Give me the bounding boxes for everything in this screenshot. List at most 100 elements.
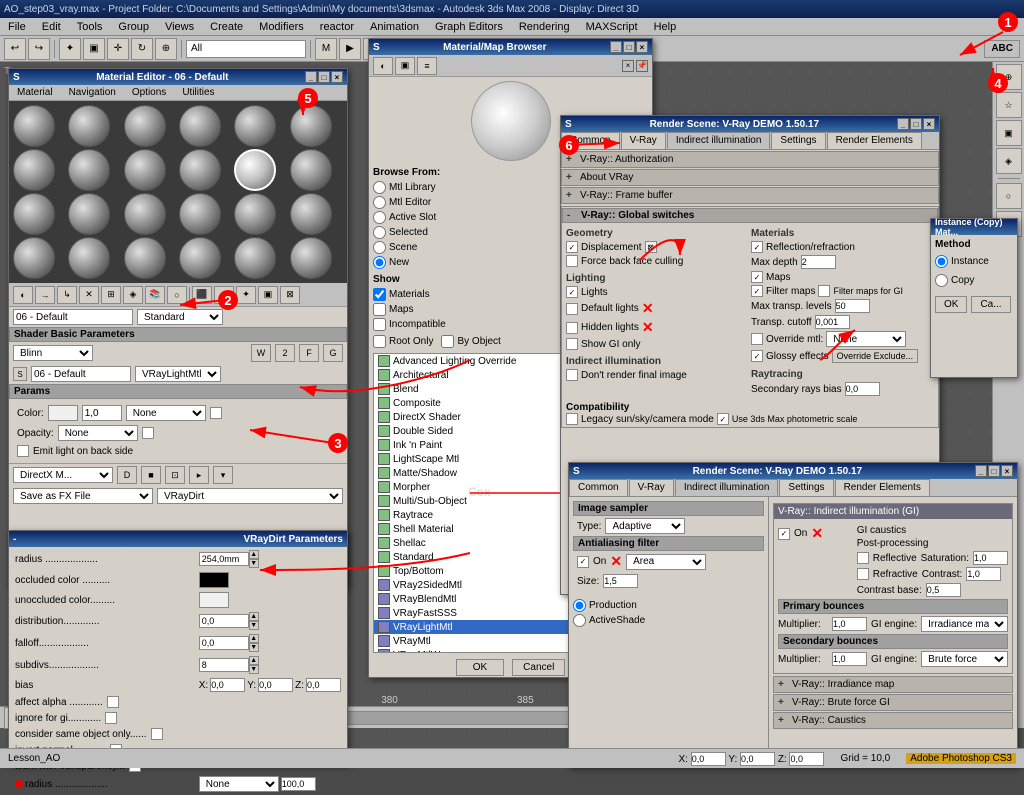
color-swatch[interactable] (48, 405, 78, 421)
rs-maximize[interactable]: □ (910, 118, 922, 130)
mat-put-btn[interactable]: → (35, 286, 55, 304)
mat-ball-8[interactable] (68, 149, 110, 191)
filter-maps-check[interactable] (751, 285, 763, 297)
bias-z-input[interactable] (306, 678, 341, 692)
select-button[interactable]: ✦ (59, 38, 81, 60)
x-coord-input[interactable] (691, 752, 726, 766)
mat-ball-23[interactable] (234, 237, 276, 279)
subdivs-input[interactable] (199, 658, 249, 672)
mb-pin[interactable]: 📌 (636, 60, 648, 72)
subdivs-spinbox[interactable]: ▲ ▼ (199, 656, 341, 674)
falloff-up[interactable]: ▲ (249, 634, 259, 643)
rs2-close[interactable]: × (1001, 465, 1013, 477)
mb-btn1[interactable]: ◐ (373, 57, 393, 75)
redo-button[interactable]: ↪ (28, 38, 50, 60)
instance-radio[interactable] (935, 255, 948, 268)
falloff-down[interactable]: ▼ (249, 643, 259, 652)
root-only[interactable]: Root Only (373, 334, 433, 349)
mat-ball-6[interactable] (290, 105, 332, 147)
override-mtl-check[interactable] (751, 333, 763, 345)
mb-close2[interactable]: × (622, 60, 634, 72)
rs2-tab-render-elements[interactable]: Render Elements (835, 479, 930, 496)
browse-mtl-editor-radio[interactable] (373, 196, 386, 209)
mat-menu-navigation[interactable]: Navigation (65, 86, 120, 99)
radius2-dropdown[interactable]: None (199, 776, 279, 792)
mb-maximize[interactable]: □ (623, 41, 635, 53)
opacity-map-dropdown[interactable]: None (58, 425, 138, 441)
gi-refractive-check[interactable] (857, 568, 869, 580)
falloff-arrows[interactable]: ▲ ▼ (249, 634, 259, 652)
browse-selected-radio[interactable] (373, 226, 386, 239)
gs-header[interactable]: - V-Ray:: Global switches (562, 208, 938, 223)
mat-get-material-btn[interactable]: ◐ (13, 286, 33, 304)
override-mtl-dropdown[interactable]: None (826, 331, 906, 347)
secondary-multiplier-input[interactable] (832, 652, 867, 666)
menu-views[interactable]: Views (161, 20, 198, 34)
copy-option[interactable]: Copy (935, 273, 1013, 288)
rotate-button[interactable]: ↻ (131, 38, 153, 60)
mat-ball-24[interactable] (290, 237, 332, 279)
rs2-tab-settings[interactable]: Settings (779, 479, 833, 496)
mat-ball-active[interactable] (234, 149, 276, 191)
material-type-dropdown-2[interactable]: VRayLightMtl (135, 366, 221, 382)
contrast-input[interactable] (966, 567, 1001, 581)
mat-menu-utilities[interactable]: Utilities (178, 86, 218, 99)
brute-force-row[interactable]: + V-Ray:: Brute force GI (773, 694, 1013, 711)
mat-highlights-btn[interactable]: ✦ (236, 286, 256, 304)
menu-maxscript[interactable]: MAXScript (582, 20, 642, 34)
affect-alpha-check[interactable] (107, 696, 119, 708)
activeshade-option[interactable]: ActiveShade (573, 613, 764, 628)
menu-animation[interactable]: Animation (366, 20, 423, 34)
mat-assign-btn[interactable]: ↳ (57, 286, 77, 304)
dist-down[interactable]: ▼ (249, 621, 259, 630)
side-btn-3[interactable]: ▣ (996, 120, 1022, 146)
sampler-type-dropdown[interactable]: Adaptive (605, 518, 685, 534)
show-materials-check[interactable] (373, 288, 386, 301)
mat-ball-7[interactable] (13, 149, 55, 191)
color-checkbox[interactable] (210, 407, 222, 419)
dont-render-check[interactable] (566, 369, 578, 381)
root-only-check[interactable] (373, 335, 386, 348)
rs2-tab-common[interactable]: Common (569, 479, 628, 496)
radius-arrows[interactable]: ▲ ▼ (249, 550, 259, 568)
minimize-btn[interactable]: _ (305, 71, 317, 83)
production-radio[interactable] (573, 599, 586, 612)
override-exclude-button[interactable]: Override Exclude... (832, 349, 919, 363)
show-gi-only-check[interactable] (566, 338, 578, 350)
auth-row[interactable]: + V-Ray:: Authorization (561, 151, 939, 168)
mat-large-preview-btn[interactable]: ⊠ (280, 286, 300, 304)
mat-ball-15[interactable] (124, 193, 166, 235)
rs2-minimize[interactable]: _ (975, 465, 987, 477)
by-object-check[interactable] (441, 335, 454, 348)
mat-ball-13[interactable] (13, 193, 55, 235)
menu-group[interactable]: Group (114, 20, 153, 34)
menu-help[interactable]: Help (650, 20, 681, 34)
gi-engine1-dropdown[interactable]: Irradiance map (921, 616, 1008, 632)
side-btn-4[interactable]: ◈ (996, 148, 1022, 174)
mat-unique-btn[interactable]: ◈ (123, 286, 143, 304)
mat-sphere-btn[interactable]: ○ (167, 286, 187, 304)
mat-ball-19[interactable] (13, 237, 55, 279)
displacement-check[interactable] (566, 241, 578, 253)
select-region-button[interactable]: ▣ (83, 38, 105, 60)
production-option[interactable]: Production (573, 598, 764, 613)
max-depth-input[interactable] (801, 255, 836, 269)
move-button[interactable]: ✛ (107, 38, 129, 60)
mb-close[interactable]: × (636, 41, 648, 53)
rs-minimize[interactable]: _ (897, 118, 909, 130)
browse-mtl-library-radio[interactable] (373, 181, 386, 194)
menu-modifiers[interactable]: Modifiers (255, 20, 308, 34)
about-row[interactable]: + About VRay (561, 169, 939, 186)
vray-dirt-dropdown[interactable]: VRayDirt (157, 488, 343, 504)
bias-x-input[interactable] (210, 678, 245, 692)
falloff-spinbox[interactable]: ▲ ▼ (199, 634, 341, 652)
mat-put-lib-btn[interactable]: 📚 (145, 286, 165, 304)
aa-size-input[interactable] (603, 574, 638, 588)
bias-y-input[interactable] (258, 678, 293, 692)
mat-menu-options[interactable]: Options (128, 86, 170, 99)
mat-ball-12[interactable] (290, 149, 332, 191)
directx-btn2[interactable]: ■ (141, 466, 161, 484)
reflection-check[interactable] (751, 241, 763, 253)
ignore-gi-check[interactable] (105, 712, 117, 724)
maximize-btn[interactable]: □ (318, 71, 330, 83)
